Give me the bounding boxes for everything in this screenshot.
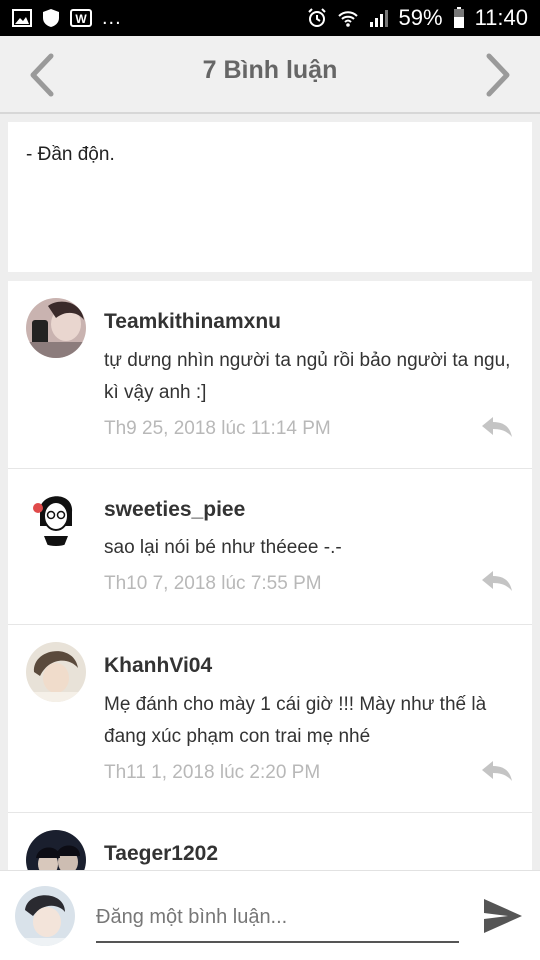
- comment-timestamp: Th9 25, 2018 lúc 11:14 PM: [104, 418, 331, 439]
- reply-icon[interactable]: [480, 759, 514, 783]
- battery-percent: 59%: [398, 5, 443, 30]
- comment-list[interactable]: Teamkithinamxnu tự dưng nhìn người ta ng…: [8, 281, 532, 870]
- comment-composer: [0, 870, 540, 960]
- comment-username[interactable]: Teamkithinamxnu: [104, 309, 514, 335]
- post-card: - Đần độn.: [8, 122, 532, 272]
- comment-text: sao lại nói bé như théeee -.-: [104, 537, 342, 558]
- gallery-icon: [12, 9, 32, 27]
- next-button[interactable]: [476, 52, 522, 98]
- comment-input[interactable]: [96, 893, 459, 943]
- comment-username[interactable]: Taeger1202: [104, 841, 514, 867]
- avatar[interactable]: [26, 642, 86, 702]
- reply-icon[interactable]: [480, 415, 514, 439]
- comment-item: Taeger1202: [8, 813, 532, 870]
- wifi-icon: [337, 8, 359, 28]
- battery-icon: [453, 7, 465, 29]
- shield-icon: [42, 8, 60, 28]
- avatar[interactable]: [26, 830, 86, 870]
- comment-text: Mẹ đánh cho mày 1 cái giờ !!! Mày như th…: [104, 694, 487, 747]
- chevron-right-icon: [486, 53, 510, 97]
- page-title: 7 Bình luận: [202, 56, 338, 84]
- status-bar: W ... 59% 11:40: [0, 0, 540, 36]
- svg-text:W: W: [75, 12, 87, 26]
- comment-username[interactable]: sweeties_piee: [104, 497, 514, 523]
- more-notifications: ...: [102, 7, 122, 29]
- alarm-icon: [307, 8, 327, 28]
- comment-username[interactable]: KhanhVi04: [104, 653, 514, 679]
- signal-icon: [369, 8, 389, 28]
- avatar[interactable]: [26, 486, 86, 546]
- comment-item: Teamkithinamxnu tự dưng nhìn người ta ng…: [8, 281, 532, 469]
- comment-text: tự dưng nhìn người ta ngủ rồi bảo người …: [104, 350, 511, 403]
- comment-timestamp: Th11 1, 2018 lúc 2:20 PM: [104, 762, 321, 783]
- send-button[interactable]: [480, 895, 526, 937]
- post-text: - Đần độn.: [26, 144, 115, 165]
- avatar[interactable]: [15, 886, 75, 946]
- send-icon: [484, 899, 522, 933]
- app-icon: W: [70, 9, 92, 27]
- app-header: 7 Bình luận: [0, 36, 540, 114]
- comment-timestamp: Th10 7, 2018 lúc 7:55 PM: [104, 573, 322, 594]
- comment-item: sweeties_piee sao lại nói bé như théeee …: [8, 469, 532, 625]
- reply-icon[interactable]: [480, 569, 514, 593]
- comment-item: KhanhVi04 Mẹ đánh cho mày 1 cái giờ !!! …: [8, 625, 532, 813]
- clock: 11:40: [474, 5, 528, 30]
- avatar[interactable]: [26, 298, 86, 358]
